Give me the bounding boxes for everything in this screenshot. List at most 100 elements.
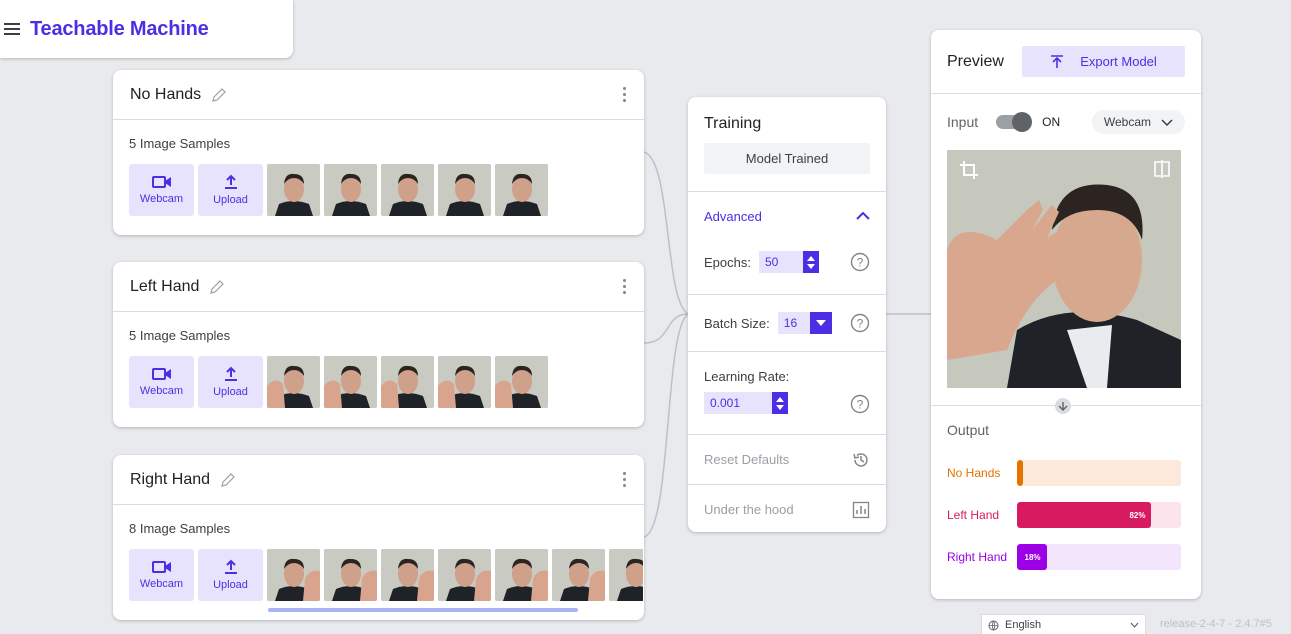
chevron-down-icon xyxy=(1130,622,1139,628)
arrow-down-icon xyxy=(1055,398,1071,414)
pencil-icon[interactable] xyxy=(209,279,225,295)
class-name[interactable]: Left Hand xyxy=(130,278,199,296)
sample-thumbnail[interactable] xyxy=(438,164,491,216)
confidence-bar: 18% xyxy=(1017,544,1181,570)
upload-icon xyxy=(224,174,237,189)
epochs-stepper[interactable] xyxy=(802,251,819,273)
input-source-select[interactable]: Webcam xyxy=(1091,110,1185,134)
pencil-icon[interactable] xyxy=(211,87,227,103)
sample-thumbnail[interactable] xyxy=(324,164,377,216)
sample-thumbnail[interactable] xyxy=(324,356,377,408)
app-header: Teachable Machine xyxy=(0,0,293,58)
svg-text:?: ? xyxy=(857,317,864,331)
help-icon[interactable]: ? xyxy=(850,252,870,272)
sample-thumbnail[interactable] xyxy=(495,549,548,601)
output-list: No Hands Left Hand 82% Right Hand 18% xyxy=(931,452,1201,578)
confidence-fill: 82% xyxy=(1017,502,1152,528)
sample-row: Webcam Upload xyxy=(129,356,643,408)
sample-thumbnail[interactable] xyxy=(495,164,548,216)
export-icon xyxy=(1051,54,1064,68)
output-row: Right Hand 18% xyxy=(931,536,1201,578)
output-label: No Hands xyxy=(947,466,1001,480)
sample-thumbnail[interactable] xyxy=(381,549,434,601)
video-camera-icon xyxy=(151,368,171,380)
flip-icon[interactable] xyxy=(1153,160,1171,178)
webcam-button[interactable]: Webcam xyxy=(129,356,194,408)
epochs-label: Epochs: xyxy=(704,254,751,270)
sample-thumbnail[interactable] xyxy=(381,356,434,408)
webcam-image xyxy=(947,150,1181,388)
crop-icon[interactable] xyxy=(959,160,979,180)
history-icon xyxy=(853,452,868,467)
learning-rate-stepper[interactable] xyxy=(772,392,788,414)
release-version: release-2-4-7 - 2.4.7#5 xyxy=(1160,618,1272,630)
help-icon[interactable]: ? xyxy=(850,394,870,414)
upload-button[interactable]: Upload xyxy=(198,164,263,216)
input-label: Input xyxy=(947,114,979,130)
output-row: No Hands xyxy=(931,452,1201,494)
under-the-hood-button[interactable]: Under the hood xyxy=(688,485,886,534)
svg-text:?: ? xyxy=(857,256,864,270)
learning-rate-label: Learning Rate: xyxy=(704,369,790,384)
more-options-icon[interactable] xyxy=(623,472,627,487)
preview-title: Preview xyxy=(947,52,1004,70)
upload-icon xyxy=(224,366,237,381)
thumbnails xyxy=(267,164,548,216)
upload-icon xyxy=(224,559,237,574)
sample-thumbnail[interactable] xyxy=(495,356,548,408)
video-camera-icon xyxy=(151,176,171,188)
pencil-icon[interactable] xyxy=(220,472,236,488)
thumbnails xyxy=(267,549,643,601)
more-options-icon[interactable] xyxy=(623,87,627,102)
sample-row: Webcam Upload xyxy=(129,549,643,601)
sample-thumbnail[interactable] xyxy=(381,164,434,216)
export-model-button[interactable]: Export Model xyxy=(1022,46,1185,77)
upload-button[interactable]: Upload xyxy=(198,356,263,408)
chevron-down-icon[interactable] xyxy=(809,312,832,334)
chevron-up-icon xyxy=(856,212,870,220)
sample-thumbnail[interactable] xyxy=(267,549,320,601)
more-options-icon[interactable] xyxy=(623,279,627,294)
epochs-input[interactable]: 50 xyxy=(758,251,819,273)
sample-thumbnail[interactable] xyxy=(324,549,377,601)
horizontal-scrollbar[interactable] xyxy=(268,608,578,612)
confidence-fill: 18% xyxy=(1017,544,1047,570)
class-card-right-hand: Right Hand 8 Image Samples Webcam Upload xyxy=(113,455,644,620)
batch-size-label: Batch Size: xyxy=(704,315,770,331)
output-label: Left Hand xyxy=(947,508,1000,522)
class-card-left-hand: Left Hand 5 Image Samples Webcam Upload xyxy=(113,262,644,427)
thumbnails xyxy=(267,356,548,408)
sample-thumbnail[interactable] xyxy=(267,356,320,408)
preview-panel: Preview Export Model Input ON Webcam Out… xyxy=(931,30,1201,599)
batch-size-select[interactable]: 16 xyxy=(777,312,832,334)
advanced-toggle[interactable]: Advanced xyxy=(688,192,886,240)
app-title[interactable]: Teachable Machine xyxy=(30,18,209,41)
language-select[interactable]: English xyxy=(981,614,1146,634)
toggle-state: ON xyxy=(1042,115,1061,129)
svg-text:?: ? xyxy=(857,398,864,412)
help-icon[interactable]: ? xyxy=(850,313,870,333)
webcam-button[interactable]: Webcam xyxy=(129,549,194,601)
sample-row: Webcam Upload xyxy=(129,164,643,216)
sample-thumbnail[interactable] xyxy=(267,164,320,216)
class-card-no-hands: No Hands 5 Image Samples Webcam Upload xyxy=(113,70,644,235)
sample-thumbnail[interactable] xyxy=(552,549,605,601)
reset-defaults-button[interactable]: Reset Defaults xyxy=(688,435,886,484)
confidence-bar: 82% xyxy=(1017,502,1181,528)
class-name[interactable]: No Hands xyxy=(130,86,201,104)
menu-icon[interactable] xyxy=(4,23,20,35)
output-label: Right Hand xyxy=(947,550,1008,564)
sample-count: 5 Image Samples xyxy=(129,136,231,151)
learning-rate-input[interactable]: 0.001 xyxy=(704,392,788,414)
sample-thumbnail[interactable] xyxy=(438,549,491,601)
webcam-button[interactable]: Webcam xyxy=(129,164,194,216)
train-model-button[interactable]: Model Trained xyxy=(704,143,870,174)
sample-thumbnail[interactable] xyxy=(609,549,643,601)
upload-button[interactable]: Upload xyxy=(198,549,263,601)
training-title: Training xyxy=(704,115,762,132)
input-toggle[interactable] xyxy=(996,112,1033,132)
bar-chart-icon xyxy=(852,501,870,518)
class-name[interactable]: Right Hand xyxy=(130,471,210,489)
sample-count: 5 Image Samples xyxy=(129,328,231,343)
sample-thumbnail[interactable] xyxy=(438,356,491,408)
